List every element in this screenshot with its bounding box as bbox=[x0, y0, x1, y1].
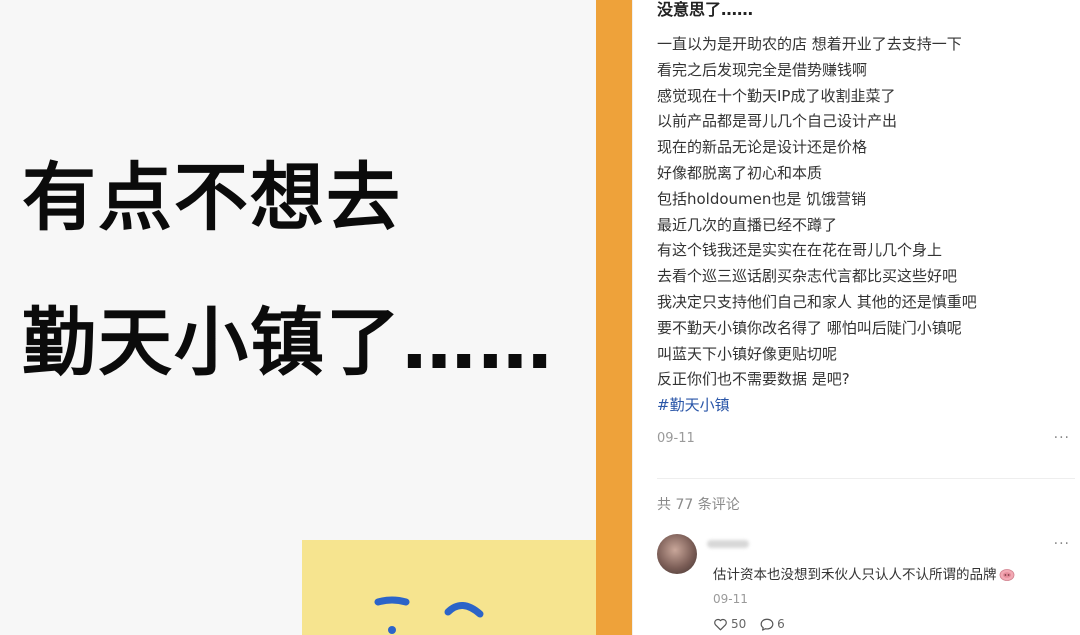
comment-bubble-icon bbox=[760, 618, 774, 631]
post-line: 好像都脱离了初心和本质 bbox=[657, 163, 823, 182]
face-doodle-icon bbox=[374, 596, 484, 634]
post-line: 现在的新品无论是设计还是价格 bbox=[657, 138, 868, 157]
comment-actions: 50 6 bbox=[713, 617, 795, 634]
post-line: 我决定只支持他们自己和家人 其他的还是慎重吧 bbox=[657, 292, 977, 311]
reply-count: 6 bbox=[777, 617, 785, 631]
post-image[interactable]: 有点不想去 勤天小镇了…… bbox=[0, 0, 596, 635]
post-date: 09-11 bbox=[657, 431, 695, 446]
like-count: 50 bbox=[731, 617, 747, 631]
comment-text-content: 估计资本也没想到禾伙人只认人不认所谓的品牌 bbox=[713, 567, 997, 583]
image-headline-line1: 有点不想去 bbox=[22, 155, 402, 241]
comment-count: 共 77 条评论 bbox=[657, 497, 740, 513]
avatar[interactable] bbox=[657, 534, 697, 574]
post-line: 一直以为是开助农的店 想着开业了去支持一下 bbox=[657, 35, 962, 53]
post-line: 看完之后发现完全是借势赚钱啊 bbox=[657, 60, 868, 79]
pig-nose-emoji-icon bbox=[999, 567, 1015, 581]
post-line: 以前产品都是哥儿几个自己设计产出 bbox=[657, 112, 898, 131]
accent-bar bbox=[596, 0, 632, 635]
post-line: 反正你们也不需要数据 是吧? bbox=[657, 370, 850, 389]
comment-text: 估计资本也没想到禾伙人只认人不认所谓的品牌 bbox=[713, 563, 1015, 583]
comment-date: 09-11 bbox=[713, 592, 748, 606]
post-more-icon[interactable]: ··· bbox=[1054, 430, 1070, 446]
sticky-note-graphic bbox=[302, 540, 596, 635]
post-line: 要不勤天小镇你改名得了 哪怕叫后陡门小镇呢 bbox=[657, 318, 962, 337]
hashtag-link[interactable]: #勤天小镇 bbox=[657, 393, 1067, 419]
comment-more-icon[interactable]: ··· bbox=[1054, 536, 1070, 552]
post-line: 叫蓝天下小镇好像更贴切呢 bbox=[657, 344, 838, 363]
post-title: 没意思了…… bbox=[657, 0, 754, 19]
post-line: 去看个巡三巡话剧买杂志代言都比买这些好吧 bbox=[657, 267, 958, 286]
post-line: 有这个钱我还是实实在在花在哥儿几个身上 bbox=[657, 241, 943, 260]
post-line: 最近几次的直播已经不蹲了 bbox=[657, 215, 838, 234]
post-panel: 没意思了…… 一直以为是开助农的店 想着开业了去支持一下 看完之后发现完全是借势… bbox=[633, 0, 1080, 635]
post-line: 感觉现在十个勤天IP成了收割韭菜了 bbox=[657, 86, 896, 105]
like-button[interactable]: 50 bbox=[713, 617, 746, 631]
divider bbox=[657, 478, 1075, 479]
comment-username[interactable] bbox=[707, 540, 749, 548]
post-body: 一直以为是开助农的店 想着开业了去支持一下 看完之后发现完全是借势赚钱啊 感觉现… bbox=[657, 32, 1067, 419]
heart-icon bbox=[714, 618, 727, 630]
image-headline-line2: 勤天小镇了…… bbox=[22, 300, 554, 386]
post-line: 包括holdoumen也是 饥饿营销 bbox=[657, 189, 867, 208]
reply-button[interactable]: 6 bbox=[760, 617, 785, 631]
